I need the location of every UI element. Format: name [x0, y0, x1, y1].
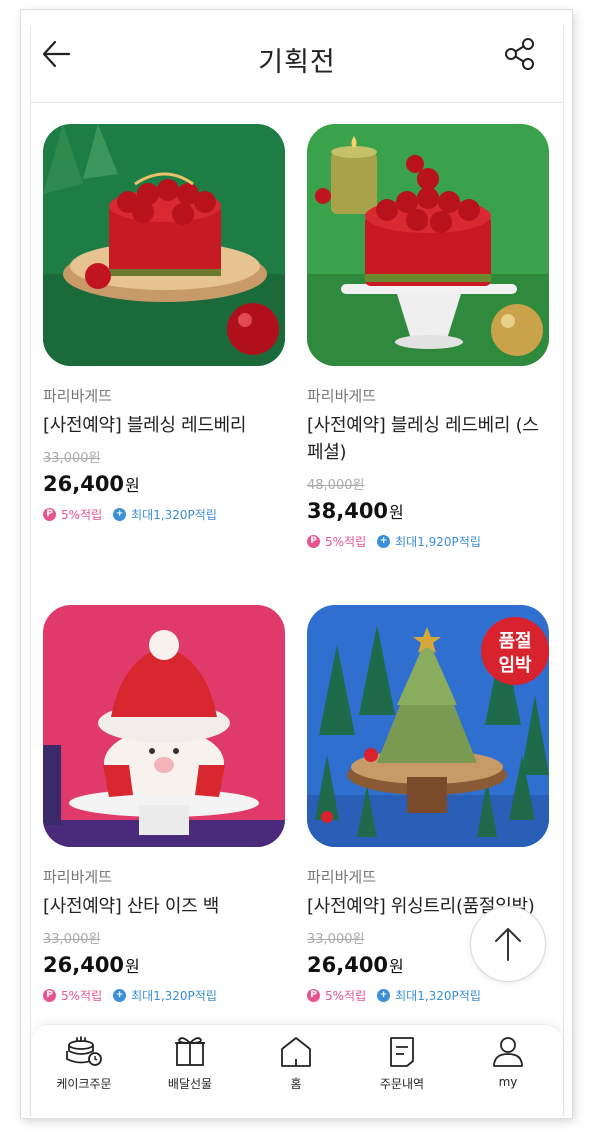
bottom-navigation: 케이크주문 배달선물 홈 주문내역 my [31, 1024, 563, 1117]
product-card[interactable]: 파리바게뜨 [사전예약] 블레싱 레드베리 33,000원 26,400원 P … [43, 124, 285, 523]
sale-price: 26,400원 [43, 953, 285, 977]
original-price: 33,000원 [43, 451, 101, 466]
plus-icon: + [377, 535, 391, 548]
nav-label: 주문내역 [379, 1077, 425, 1091]
point-rate: 5%적립 [325, 989, 367, 1003]
currency-label: 원 [125, 957, 140, 976]
plus-icon: + [377, 989, 391, 1002]
point-rate: 5%적립 [325, 535, 367, 549]
brand-name: 파리바게뜨 [43, 868, 113, 886]
currency-label: 원 [389, 503, 404, 522]
nav-my[interactable]: my [455, 1035, 561, 1089]
share-icon [505, 38, 534, 70]
nav-order-history[interactable]: 주문내역 [349, 1035, 455, 1092]
product-image[interactable] [307, 124, 549, 366]
gift-icon [175, 1037, 205, 1066]
sale-price: 26,400원 [43, 472, 285, 496]
max-point: 최대1,320P적립 [395, 989, 481, 1003]
point-info: P 5%적립 + 최대1,320P적립 [307, 987, 549, 1004]
page-title: 기획전 [258, 47, 336, 78]
scroll-to-top-button[interactable] [470, 906, 546, 982]
product-card[interactable]: 파리바게뜨 [사전예약] 산타 이즈 백 33,000원 26,400원 P 5… [43, 605, 285, 1004]
original-price: 33,000원 [43, 932, 101, 947]
point-p-icon: P [307, 535, 320, 548]
app-screen: 기획전 파리바게뜨 [사전예약] 블레싱 레드베리 33,000원 26,400… [30, 26, 564, 1117]
product-name[interactable]: [사전예약] 산타 이즈 백 [43, 893, 285, 920]
product-image[interactable] [43, 605, 285, 847]
arrow-up-icon [495, 928, 521, 961]
sold-out-badge-line2: 임박 [498, 655, 532, 676]
currency-label: 원 [125, 476, 140, 495]
price-value: 38,400 [307, 499, 389, 523]
product-image[interactable] [43, 124, 285, 366]
plus-icon: + [113, 508, 127, 521]
point-rate: 5%적립 [61, 508, 103, 522]
price-value: 26,400 [307, 953, 389, 977]
header: 기획전 [31, 26, 563, 103]
brand-name: 파리바게뜨 [307, 387, 377, 405]
price-value: 26,400 [43, 472, 125, 496]
user-icon [493, 1037, 523, 1067]
phone-frame: 기획전 파리바게뜨 [사전예약] 블레싱 레드베리 33,000원 26,400… [21, 10, 572, 1118]
point-p-icon: P [307, 989, 320, 1002]
nav-label: my [498, 1075, 518, 1089]
max-point: 최대1,320P적립 [131, 508, 217, 522]
nav-label: 배달선물 [167, 1077, 213, 1091]
point-rate: 5%적립 [61, 989, 103, 1003]
point-info: P 5%적립 + 최대1,320P적립 [43, 506, 285, 523]
product-card[interactable]: 파리바게뜨 [사전예약] 블레싱 레드베리 (스페셜) 48,000원 38,4… [307, 124, 549, 550]
sale-price: 38,400원 [307, 499, 549, 523]
product-name[interactable]: [사전예약] 블레싱 레드베리 [43, 412, 285, 439]
max-point: 최대1,920P적립 [395, 535, 481, 549]
nav-cake-order[interactable]: 케이크주문 [31, 1035, 137, 1092]
share-button[interactable] [502, 36, 538, 72]
point-info: P 5%적립 + 최대1,920P적립 [307, 533, 549, 550]
point-p-icon: P [43, 508, 56, 521]
brand-name: 파리바게뜨 [43, 387, 113, 405]
home-icon [281, 1037, 311, 1067]
plus-icon: + [113, 989, 127, 1002]
product-name[interactable]: [사전예약] 블레싱 레드베리 (스페셜) [307, 412, 549, 466]
nav-home[interactable]: 홈 [243, 1035, 349, 1092]
product-image[interactable]: 품절 임박 [307, 605, 549, 847]
max-point: 최대1,320P적립 [131, 989, 217, 1003]
price-value: 26,400 [43, 953, 125, 977]
cake-order-icon [66, 1036, 102, 1066]
point-info: P 5%적립 + 최대1,320P적립 [43, 987, 285, 1004]
nav-label: 홈 [290, 1077, 302, 1091]
currency-label: 원 [389, 957, 404, 976]
original-price: 48,000원 [307, 478, 365, 493]
nav-label: 케이크주문 [56, 1077, 112, 1091]
brand-name: 파리바게뜨 [307, 868, 377, 886]
sold-out-badge-line1: 품절 [498, 631, 531, 652]
order-history-icon [390, 1037, 414, 1067]
point-p-icon: P [43, 989, 56, 1002]
nav-delivery-gift[interactable]: 배달선물 [137, 1035, 243, 1092]
